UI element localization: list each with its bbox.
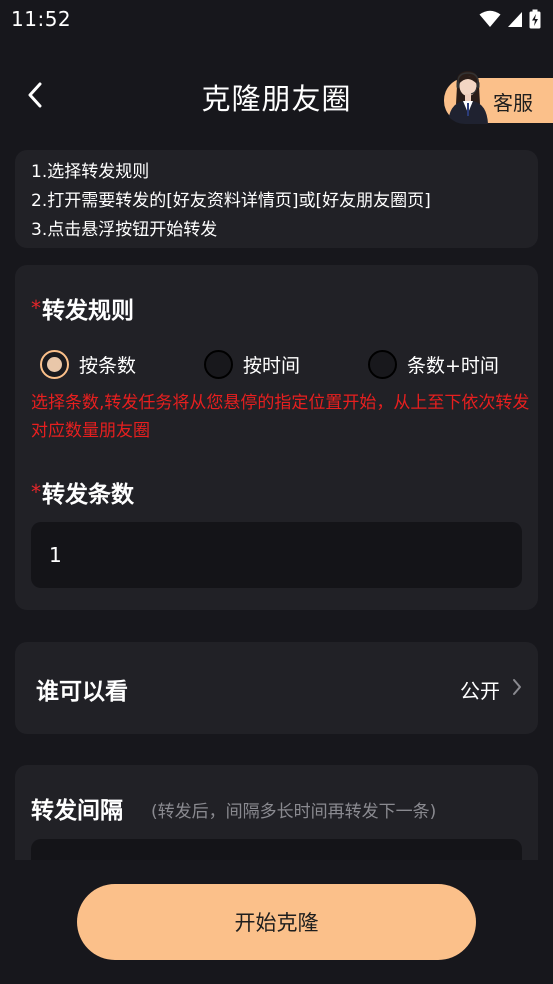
forward-interval-card: 转发间隔 (转发后，间隔多长时间再转发下一条) — [15, 765, 538, 879]
radio-by-time-label: 按时间 — [243, 354, 301, 377]
instruction-step-3: 3.点击悬浮按钮开始转发 — [31, 220, 218, 240]
forward-interval-hint: (转发后，间隔多长时间再转发下一条) — [151, 802, 437, 822]
required-mark: * — [31, 480, 41, 504]
forward-count-title: *转发条数 — [31, 475, 134, 509]
status-icons — [479, 9, 541, 29]
customer-service-avatar — [443, 64, 493, 124]
bottom-bar: 开始克隆 — [0, 860, 553, 984]
customer-service-label: 客服 — [493, 91, 533, 115]
instruction-step-1: 1.选择转发规则 — [31, 162, 150, 182]
radio-count-and-time-indicator[interactable] — [368, 349, 397, 379]
forward-rule-title-text: 转发规则 — [42, 298, 134, 324]
header: 克隆朋友圈 客服 — [0, 60, 553, 130]
visibility-label: 谁可以看 — [36, 679, 128, 705]
forward-rule-card: *转发规则 按条数 按时间 条数+时间 选择条数,转发任务将从您悬停的指定位置开… — [15, 265, 538, 610]
radio-count-and-time-label: 条数+时间 — [407, 354, 499, 377]
radio-by-time[interactable]: 按时间 — [204, 349, 300, 379]
status-time: 11:52 — [11, 7, 72, 31]
instructions-card: 1.选择转发规则 2.打开需要转发的[好友资料详情页]或[好友朋友圈页] 3.点… — [15, 150, 538, 248]
status-bar: 11:52 — [0, 0, 553, 38]
customer-service-button[interactable]: 客服 — [444, 71, 553, 124]
visibility-value: 公开 — [460, 679, 500, 703]
radio-by-count-indicator[interactable] — [40, 349, 69, 379]
wifi-icon — [479, 10, 501, 27]
visibility-row[interactable]: 谁可以看 公开 — [15, 642, 538, 734]
chevron-right-icon — [513, 679, 521, 695]
radio-by-time-indicator[interactable] — [204, 349, 233, 379]
required-mark: * — [31, 296, 41, 320]
instruction-step-2: 2.打开需要转发的[好友资料详情页]或[好友朋友圈页] — [31, 191, 431, 211]
forward-rule-title: *转发规则 — [31, 291, 134, 325]
start-clone-button[interactable]: 开始克隆 — [77, 884, 476, 960]
radio-by-count-label: 按条数 — [79, 354, 137, 377]
battery-charging-icon — [529, 9, 541, 29]
signal-icon — [508, 12, 522, 27]
forward-count-title-text: 转发条数 — [42, 482, 134, 508]
forward-rule-hint: 选择条数,转发任务将从您悬停的指定位置开始，从上至下依次转发对应数量朋友圈 — [31, 393, 530, 441]
radio-count-and-time[interactable]: 条数+时间 — [368, 349, 499, 379]
radio-by-count[interactable]: 按条数 — [40, 349, 136, 379]
forward-interval-title: 转发间隔 — [31, 798, 123, 824]
forward-count-input[interactable] — [31, 522, 522, 588]
